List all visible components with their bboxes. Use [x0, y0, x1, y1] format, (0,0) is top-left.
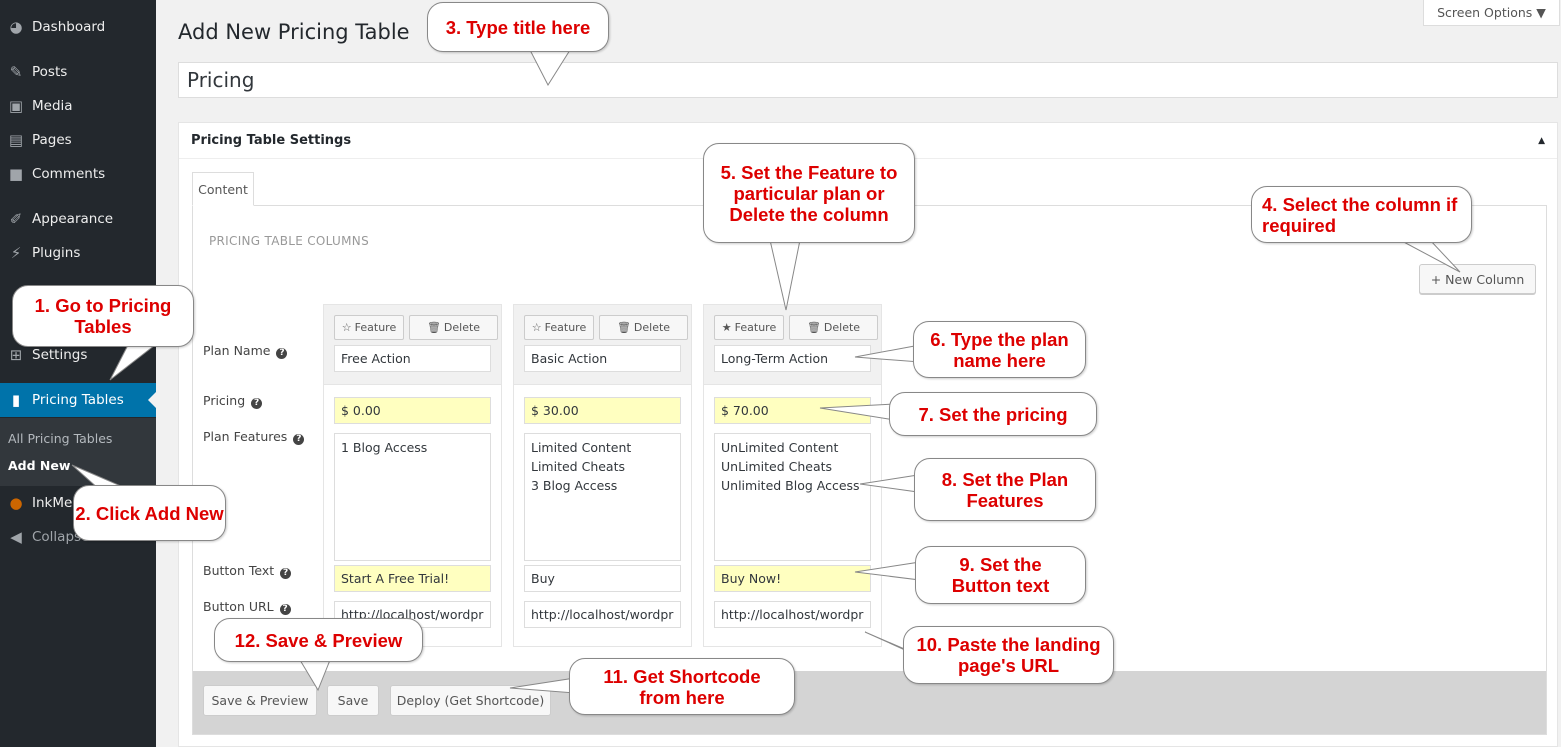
- callout-8: 8. Set the Plan Features: [914, 458, 1096, 521]
- callout-3: 3. Type title here: [427, 2, 609, 52]
- callout-1: 1. Go to Pricing Tables: [12, 285, 194, 347]
- callout-11: 11. Get Shortcode from here: [569, 658, 795, 715]
- callout-7: 7. Set the pricing: [889, 392, 1097, 436]
- callout-10: 10. Paste the landing page's URL: [903, 626, 1114, 684]
- callout-4: 4. Select the column if required: [1251, 186, 1472, 243]
- callout-6: 6. Type the plan name here: [913, 321, 1086, 378]
- callout-12: 12. Save & Preview: [214, 618, 423, 662]
- callout-9: 9. Set the Button text: [915, 546, 1086, 604]
- callout-5: 5. Set the Feature to particular plan or…: [703, 143, 915, 243]
- callout-2: 2. Click Add New: [73, 485, 226, 541]
